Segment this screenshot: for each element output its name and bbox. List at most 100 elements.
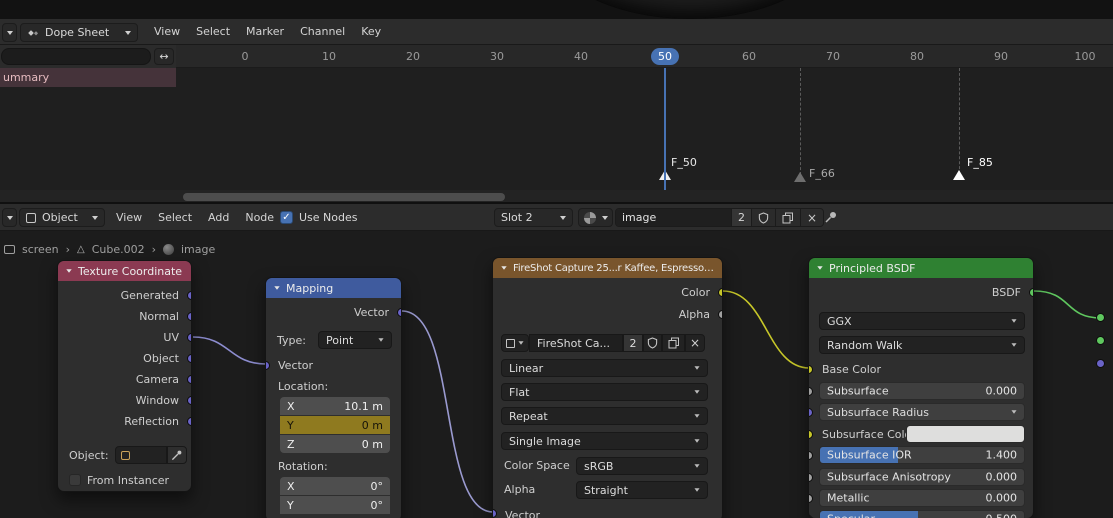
scrollbar-thumb[interactable] [183,193,505,201]
subsurface-ior-slider[interactable]: Subsurface IOR 1.400 [819,446,1025,464]
dopesheet-scrollbar[interactable] [0,190,1113,204]
socket-out-color[interactable] [718,288,722,297]
image-browse-button[interactable] [501,334,529,352]
menu-node[interactable]: Node [237,204,282,230]
mapping-type-dropdown[interactable]: Point [318,331,392,349]
socket-out-reflection[interactable] [187,417,191,426]
expand-channels-button[interactable]: ↔ [154,48,174,65]
node-mapping[interactable]: Mapping Vector Type: Point Vector Locati… [265,277,402,518]
material-name-field[interactable]: image [616,209,731,226]
dopesheet-body[interactable]: ummary F_50 F_66 F_85 [0,68,1113,190]
menu-select[interactable]: Select [188,19,238,44]
rotation-x-field[interactable]: X 0° [280,477,390,495]
rotation-y-field[interactable]: Y 0° [280,496,390,514]
channel-summary-row[interactable]: ummary [0,68,176,87]
extension-dropdown[interactable]: Repeat [501,407,708,425]
image-copy-button[interactable] [662,334,685,352]
menu-view[interactable]: View [108,204,150,230]
new-material-button[interactable] [775,209,800,226]
socket-in-subsurface[interactable] [809,387,813,396]
socket-out-alpha[interactable] [718,310,722,319]
socket-out-normal[interactable] [187,312,191,321]
socket-out-generated[interactable] [187,291,191,300]
location-x-field[interactable]: X 10.1 m [280,397,390,415]
breadcrumb-object[interactable]: Cube.002 [92,243,145,256]
source-dropdown[interactable]: Single Image [501,432,708,450]
node-header[interactable]: FireShot Capture 25...r Kaffee, Espresso… [493,258,722,278]
socket-out-uv[interactable] [187,333,191,342]
browse-material-button[interactable] [578,208,613,227]
node-texture-coordinate[interactable]: Texture Coordinate Generated Normal UV O… [57,260,192,492]
object-picker-field[interactable] [114,446,167,464]
subsurface-method-dropdown[interactable]: Random Walk [819,336,1025,354]
collapse-icon[interactable] [817,266,823,270]
from-instancer-row[interactable]: From Instancer [69,471,169,489]
use-nodes-toggle[interactable]: ✓ Use Nodes [280,204,358,230]
menu-marker[interactable]: Marker [238,19,292,44]
image-unlink-button[interactable]: × [685,334,705,352]
image-name-field[interactable]: FireShot Ca... [529,334,623,352]
breadcrumb-screen[interactable]: screen [22,243,59,256]
socket-out-window[interactable] [187,396,191,405]
channel-search-input[interactable] [1,48,151,65]
slot-dropdown[interactable]: Slot 2 [494,208,573,227]
marker-triangle-f66[interactable] [794,172,806,182]
breadcrumb-material[interactable]: image [181,243,215,256]
socket-out-bsdf[interactable] [1029,288,1033,297]
image-users-count[interactable]: 2 [623,334,643,352]
menu-key[interactable]: Key [353,19,389,44]
socket-out-camera[interactable] [187,375,191,384]
material-output-volume-socket[interactable] [1096,336,1105,345]
color-space-dropdown[interactable]: sRGB [576,457,708,475]
node-header[interactable]: Mapping [266,278,401,298]
metallic-slider[interactable]: Metallic 0.000 [819,489,1025,507]
location-z-field[interactable]: Z 0 m [280,435,390,453]
node-principled-bsdf[interactable]: Principled BSDF BSDF GGX Random Walk Bas… [808,257,1034,518]
socket-in-vector[interactable] [493,509,497,518]
location-y-field[interactable]: Y 0 m [280,416,390,434]
unlink-material-button[interactable]: × [800,209,824,226]
material-output-displacement-socket[interactable] [1096,359,1105,368]
timeline-ruler[interactable]: 0 10 20 30 40 60 70 80 90 100 50 [176,45,1113,68]
subsurface-anisotropy-slider[interactable]: Subsurface Anisotropy 0.000 [819,468,1025,486]
current-frame-indicator[interactable]: 50 [651,48,679,65]
pin-button[interactable] [824,210,838,224]
distribution-dropdown[interactable]: GGX [819,312,1025,330]
collapse-icon[interactable] [66,269,72,273]
marker-triangle-f85[interactable] [953,170,965,180]
socket-out-vector[interactable] [397,308,401,317]
shader-mode-dropdown[interactable]: Object [19,208,105,227]
material-users-count[interactable]: 2 [731,209,751,226]
socket-in-metallic[interactable] [809,494,813,503]
subsurface-slider[interactable]: Subsurface 0.000 [819,382,1025,400]
alpha-mode-dropdown[interactable]: Straight [576,481,708,499]
socket-in-base-color[interactable] [809,365,813,374]
socket-in-subsurface-anisotropy[interactable] [809,473,813,482]
subsurface-radius-widget[interactable]: Subsurface Radius [819,403,1025,421]
menu-select[interactable]: Select [150,204,200,230]
specular-slider[interactable]: Specular 0.500 [819,510,1025,518]
image-fake-user-button[interactable] [643,334,662,352]
fake-user-button[interactable] [751,209,775,226]
eyedropper-button[interactable] [166,446,187,464]
node-header[interactable]: Texture Coordinate [58,261,191,281]
projection-dropdown[interactable]: Flat [501,383,708,401]
menu-add[interactable]: Add [200,204,237,230]
menu-view[interactable]: View [146,19,188,44]
from-instancer-checkbox[interactable] [69,474,81,486]
node-image-texture[interactable]: FireShot Capture 25...r Kaffee, Espresso… [492,257,723,518]
material-output-surface-socket[interactable] [1096,313,1105,322]
socket-out-object[interactable] [187,354,191,363]
socket-in-subsurface-radius[interactable] [809,408,813,417]
socket-in-vector[interactable] [266,361,270,370]
collapse-icon[interactable] [501,266,507,270]
interpolation-dropdown[interactable]: Linear [501,359,708,377]
collapse-icon[interactable] [274,286,280,290]
node-header[interactable]: Principled BSDF [809,258,1033,278]
use-nodes-checkbox[interactable]: ✓ [280,210,293,224]
socket-in-subsurface-color[interactable] [809,430,813,439]
socket-in-subsurface-ior[interactable] [809,451,813,460]
playhead[interactable] [664,68,666,190]
node-canvas[interactable]: screen › △ Cube.002 › image Texture Coor… [0,231,1113,518]
editor-type-button[interactable] [2,208,17,227]
